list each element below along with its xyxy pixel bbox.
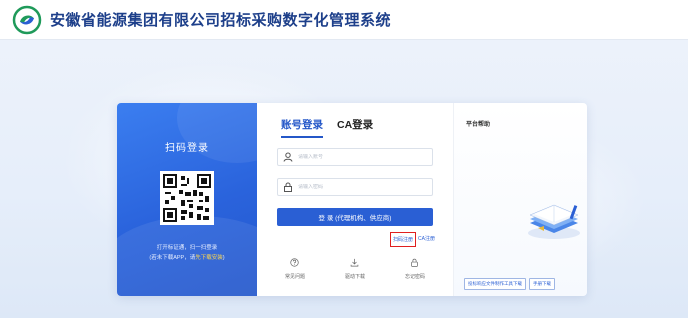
manual-download-button[interactable]: 手册下载 [529, 278, 555, 290]
driver-download-link[interactable]: 驱动下载 [345, 258, 365, 280]
platform-help-panel: 平台帮助 投标响应文件制作工具下载 手册下载 [453, 103, 587, 296]
tab-account-login[interactable]: 账号登录 [281, 117, 323, 138]
lock-icon [284, 182, 292, 192]
ca-register-link[interactable]: CA注册 [418, 235, 435, 247]
books-illustration [528, 204, 580, 239]
qr-code-image [163, 174, 211, 222]
help-shortcuts: 常见问题 驱动下载 忘记密码 [265, 258, 445, 280]
user-icon [283, 152, 293, 162]
download-icon [351, 258, 359, 267]
register-links: 扫码注册 CA注册 [390, 232, 435, 247]
lock-icon [411, 258, 419, 267]
qr-hint-suffix: ) [222, 255, 225, 261]
question-circle-icon [290, 258, 300, 267]
tab-ca-login[interactable]: CA登录 [337, 117, 373, 138]
username-input[interactable] [298, 154, 428, 160]
faq-link[interactable]: 常见问题 [285, 258, 305, 280]
qr-hint: 打开标证通，扫一扫登录 (若未下载APP，请先下载安装) [117, 243, 257, 263]
energy-swirl-logo [12, 5, 42, 34]
password-input[interactable] [298, 184, 428, 190]
qr-code[interactable] [160, 171, 214, 225]
login-tabs: 账号登录 CA登录 [281, 117, 373, 138]
qr-hint-line1: 打开标证通，扫一扫登录 [156, 245, 218, 251]
qr-hint-line2: (若未下载APP，请先下载安装) [117, 253, 257, 263]
login-form-panel: 账号登录 CA登录 登 录 (代理机构、供应商) 扫码注册 CA注册 [257, 103, 453, 296]
password-field[interactable] [277, 178, 433, 196]
qr-hint-prefix: (若未下载APP，请 [149, 255, 196, 261]
forgot-password-link[interactable]: 忘记密码 [405, 258, 425, 280]
faq-label: 常见问题 [284, 274, 305, 280]
username-field[interactable] [277, 148, 433, 166]
help-buttons: 投标响应文件制作工具下载 手册下载 [464, 278, 555, 290]
app-header: 安徽省能源集团有限公司招标采购数字化管理系统 [0, 0, 688, 40]
forgot-password-label: 忘记密码 [404, 274, 425, 280]
login-card: 扫码登录 打开标证通，扫一扫登录 (若未下载APP，请先下载安装) 账号登录 C… [117, 103, 587, 296]
scan-register-link[interactable]: 扫码注册 [390, 232, 417, 247]
login-button[interactable]: 登 录 (代理机构、供应商) [277, 208, 433, 226]
system-title: 安徽省能源集团有限公司招标采购数字化管理系统 [50, 12, 392, 29]
bid-tool-download-button[interactable]: 投标响应文件制作工具下载 [464, 278, 526, 290]
driver-download-label: 驱动下载 [344, 274, 365, 280]
qr-login-title: 扫码登录 [165, 143, 209, 154]
download-app-link[interactable]: 先下载安装 [195, 255, 223, 261]
qr-login-panel: 扫码登录 打开标证通，扫一扫登录 (若未下载APP，请先下载安装) [117, 103, 297, 296]
help-title: 平台帮助 [466, 122, 491, 128]
